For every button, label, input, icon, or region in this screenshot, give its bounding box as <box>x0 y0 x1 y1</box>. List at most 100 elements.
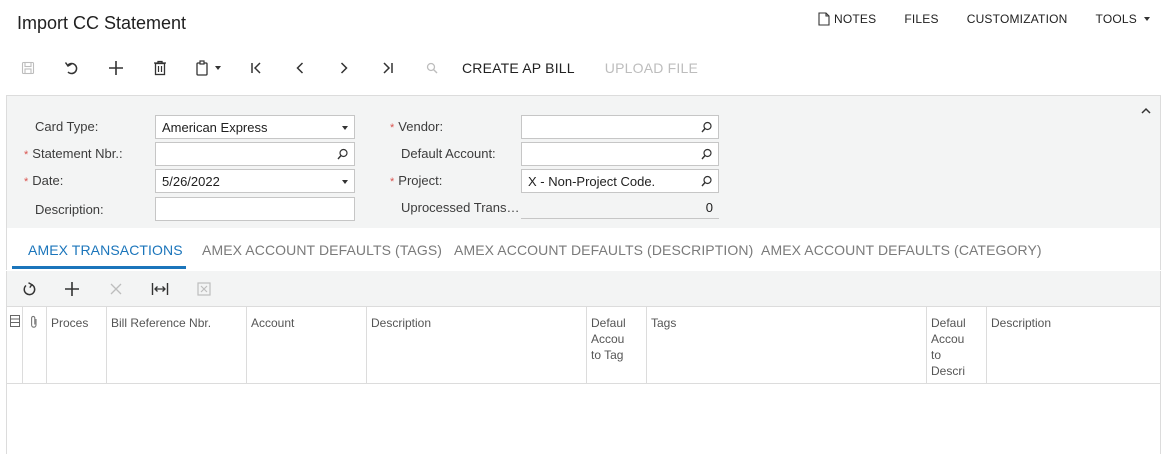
card-type-label: Card Type: <box>35 119 99 134</box>
export-excel-icon <box>197 282 211 296</box>
attachment-column[interactable] <box>23 307 47 383</box>
column-description[interactable]: Description <box>367 307 587 383</box>
save-button[interactable] <box>14 54 42 82</box>
date-label-text: Date: <box>32 173 64 188</box>
unprocessed-trans-value: 0 <box>521 195 719 219</box>
date-value: 5/26/2022 <box>162 174 220 189</box>
main-toolbar: CREATE AP BILL UPLOAD FILE <box>14 54 726 82</box>
statement-nbr-label-text: Statement Nbr.: <box>32 146 123 161</box>
search-icon[interactable] <box>337 148 349 160</box>
grid-header: Proces Bill Reference Nbr. Account Descr… <box>6 306 1161 384</box>
last-record-button[interactable] <box>374 54 402 82</box>
grid-toolbar <box>6 271 1161 306</box>
tab-amex-account-defaults-category[interactable]: AMEX ACCOUNT DEFAULTS (CATEGORY) <box>761 242 1042 258</box>
column-account[interactable]: Account <box>247 307 367 383</box>
save-icon <box>21 61 35 75</box>
copy-paste-icon <box>196 60 208 76</box>
column-default-account-to-description-label: Defaul Accou to Descri <box>931 316 966 378</box>
required-mark: * <box>24 149 29 161</box>
date-label: * Date: <box>24 173 63 188</box>
statement-nbr-input[interactable] <box>155 142 355 166</box>
refresh-icon <box>23 281 35 295</box>
column-description-2[interactable]: Description <box>987 307 1160 383</box>
first-icon <box>251 62 261 74</box>
column-default-account-to-tag[interactable]: Defaul Accou to Tag <box>587 307 647 383</box>
tab-bar: AMEX TRANSACTIONS AMEX ACCOUNT DEFAULTS … <box>6 228 1161 270</box>
delete-row-icon <box>110 283 122 295</box>
project-value: X - Non-Project Code. <box>528 174 656 189</box>
undo-icon <box>64 62 78 75</box>
previous-record-button[interactable] <box>286 54 314 82</box>
delete-row-button[interactable] <box>106 279 126 299</box>
vendor-label-text: Vendor: <box>398 119 444 134</box>
export-excel-button[interactable] <box>194 279 214 299</box>
description-label: Description: <box>35 202 104 217</box>
project-input[interactable]: X - Non-Project Code. <box>521 169 719 193</box>
customization-button[interactable]: CUSTOMIZATION <box>967 12 1068 26</box>
add-button[interactable] <box>102 54 130 82</box>
notes-label: NOTES <box>834 12 877 26</box>
chevron-down-icon <box>342 180 348 184</box>
default-account-input[interactable] <box>521 142 719 166</box>
tools-label: TOOLS <box>1095 12 1137 26</box>
search-icon[interactable] <box>701 121 713 133</box>
add-icon <box>109 61 123 75</box>
last-icon <box>383 62 393 74</box>
page-title: Import CC Statement <box>17 13 187 33</box>
files-label: FILES <box>904 12 939 26</box>
add-row-icon <box>65 282 79 296</box>
customization-label: CUSTOMIZATION <box>966 12 1068 26</box>
column-tags[interactable]: Tags <box>647 307 927 383</box>
card-type-value: American Express <box>162 120 268 135</box>
copy-paste-button[interactable] <box>190 54 226 82</box>
prev-icon <box>296 62 304 74</box>
next-record-button[interactable] <box>330 54 358 82</box>
grid-body[interactable] <box>6 384 1161 454</box>
default-account-label: Default Account: <box>401 146 496 161</box>
card-type-select[interactable]: American Express <box>155 115 355 139</box>
vendor-label: * Vendor: <box>390 119 443 134</box>
refresh-button[interactable] <box>19 279 39 299</box>
project-label-text: Project: <box>398 173 443 188</box>
required-mark: * <box>390 122 395 134</box>
column-default-account-to-description[interactable]: Defaul Accou to Descri <box>927 307 987 383</box>
search-icon <box>426 62 438 74</box>
vendor-input[interactable] <box>521 115 719 139</box>
search-icon[interactable] <box>701 148 713 160</box>
search-button[interactable] <box>418 54 446 82</box>
project-label: * Project: <box>390 173 442 188</box>
chevron-down-icon <box>215 66 221 70</box>
add-row-button[interactable] <box>62 279 82 299</box>
next-icon <box>340 62 348 74</box>
required-mark: * <box>390 176 395 188</box>
column-default-account-to-tag-label: Defaul Accou to Tag <box>591 316 626 362</box>
fit-columns-button[interactable] <box>150 279 170 299</box>
tools-button[interactable]: TOOLS <box>1096 12 1150 26</box>
files-button[interactable]: FILES <box>904 12 938 26</box>
statement-summary-panel: Card Type: American Express * Statement N… <box>6 95 1161 229</box>
description-input[interactable] <box>155 197 355 221</box>
create-ap-bill-button[interactable]: CREATE AP BILL <box>462 60 575 76</box>
tab-amex-transactions[interactable]: AMEX TRANSACTIONS <box>28 242 183 258</box>
attachment-icon <box>31 315 37 328</box>
chevron-up-icon <box>1141 107 1151 114</box>
first-record-button[interactable] <box>242 54 270 82</box>
chevron-down-icon <box>1144 17 1150 21</box>
unprocessed-trans-label: Uprocessed Trans… <box>401 200 519 215</box>
note-icon <box>818 12 830 26</box>
fit-columns-icon <box>151 283 169 295</box>
undo-button[interactable] <box>58 54 86 82</box>
collapse-button[interactable] <box>1140 104 1152 119</box>
search-icon[interactable] <box>701 175 713 187</box>
tab-amex-account-defaults-tags[interactable]: AMEX ACCOUNT DEFAULTS (TAGS) <box>202 242 442 258</box>
column-bill-reference-nbr[interactable]: Bill Reference Nbr. <box>107 307 247 383</box>
delete-button[interactable] <box>146 54 174 82</box>
date-select[interactable]: 5/26/2022 <box>155 169 355 193</box>
tab-amex-account-defaults-description[interactable]: AMEX ACCOUNT DEFAULTS (DESCRIPTION) <box>454 242 753 258</box>
upload-file-button[interactable]: UPLOAD FILE <box>605 60 698 76</box>
column-processed[interactable]: Proces <box>47 307 107 383</box>
chevron-down-icon <box>342 126 348 130</box>
row-selector-column[interactable] <box>7 307 23 383</box>
notes-button[interactable]: NOTES <box>818 12 876 26</box>
statement-nbr-label: * Statement Nbr.: <box>24 146 123 161</box>
